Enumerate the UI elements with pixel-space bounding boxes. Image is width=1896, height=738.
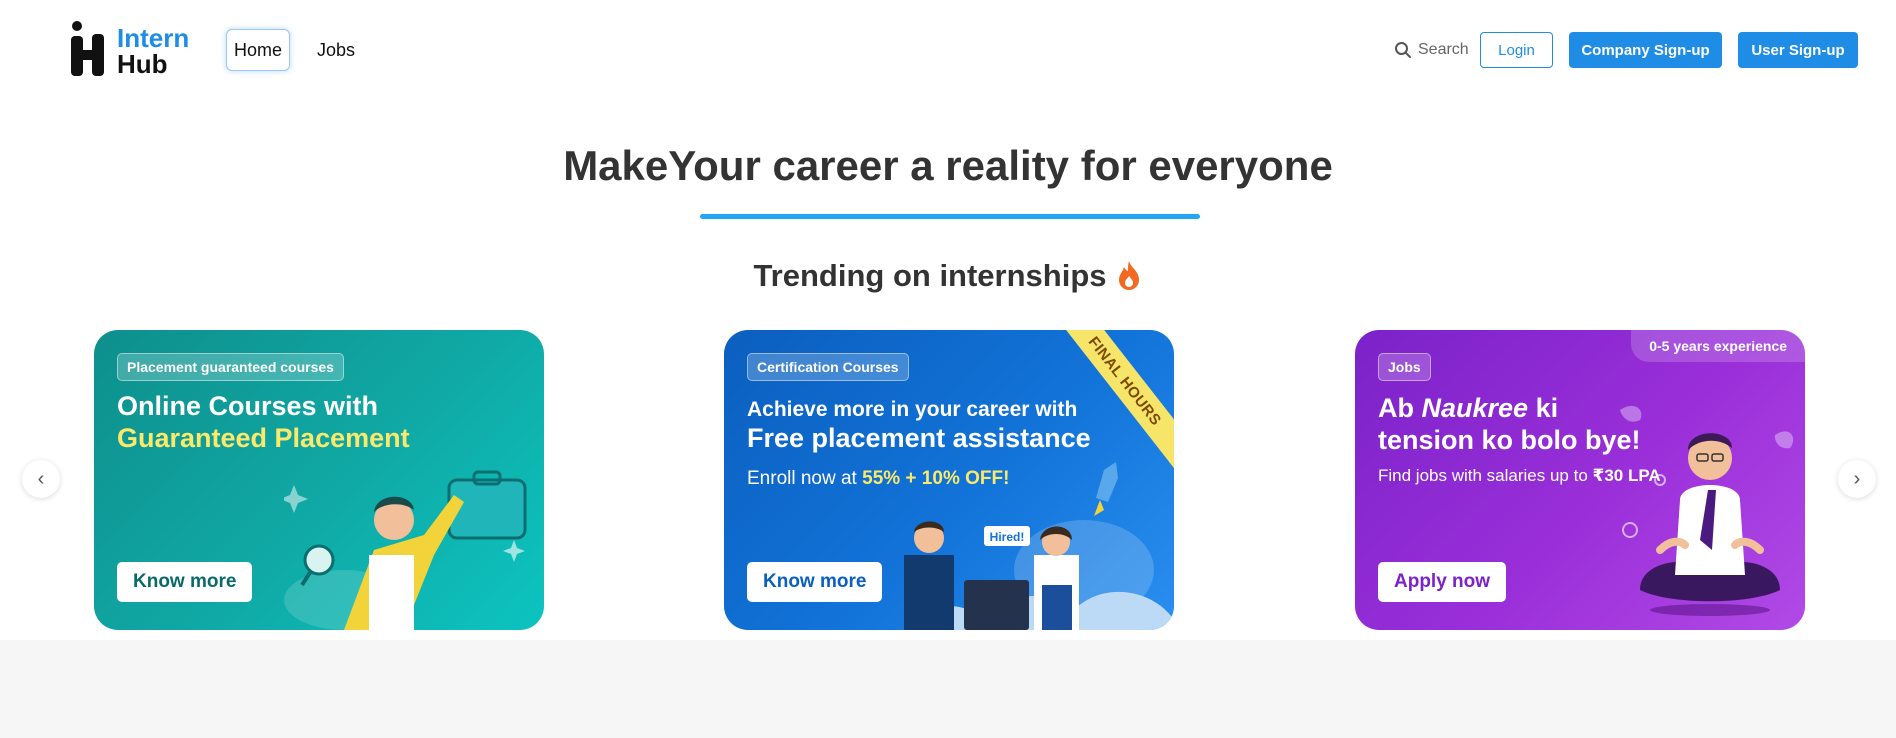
search-button[interactable]: Search (1394, 36, 1469, 64)
trending-label: Trending on internships (753, 258, 1107, 293)
student-illustration-icon (284, 470, 527, 630)
logo-text-intern: Intern (117, 23, 190, 53)
know-more-button[interactable]: Know more (117, 562, 253, 602)
card-headline-italic: Naukree (1421, 393, 1529, 423)
apply-now-button[interactable]: Apply now (1378, 562, 1507, 602)
company-signup-button[interactable]: Company Sign-up (1569, 32, 1722, 68)
card-tag: Jobs (1378, 353, 1431, 381)
hired-illustration-icon: Hired! (904, 462, 1174, 630)
card-headline-part: ki (1528, 393, 1559, 423)
promo-card-jobs[interactable]: 0-5 years experience Jobs Ab Naukree ki … (1355, 330, 1805, 630)
card-subtext-prefix: Enroll now at (747, 468, 863, 489)
card-tag: Placement guaranteed courses (117, 353, 344, 381)
card-headline: Ab Naukree ki (1378, 392, 1558, 424)
user-signup-button[interactable]: User Sign-up (1738, 32, 1858, 68)
search-label: Search (1418, 41, 1469, 58)
site-header: Intern Hub Home Jobs Search Login Compan… (0, 0, 1896, 100)
card-headline: Online Courses with (117, 391, 379, 421)
meditating-man-illustration-icon (1620, 405, 1794, 616)
fire-icon (1118, 261, 1139, 290)
know-more-button[interactable]: Know more (747, 562, 883, 602)
promo-card-certification[interactable]: Certification Courses FINAL HOURS Achiev… (724, 330, 1174, 630)
card-tag: Certification Courses (747, 353, 909, 381)
hero-title: MakeYour career a reality for everyone (563, 142, 1333, 189)
search-icon (1395, 42, 1411, 58)
logo-mark-icon (71, 21, 104, 76)
logo-text-hub: Hub (117, 49, 168, 79)
experience-badge: 0-5 years experience (1631, 330, 1805, 362)
card-headline-strong: Free placement assistance (747, 423, 1091, 453)
card-headline-part: Ab (1378, 393, 1422, 423)
logo[interactable]: Intern Hub (70, 20, 200, 80)
nav-jobs-link[interactable]: Jobs (306, 29, 366, 71)
chevron-left-icon: ‹ (37, 467, 45, 490)
hero-underline (700, 214, 1200, 219)
carousel-prev-button[interactable]: ‹ (22, 460, 60, 498)
hired-badge: Hired! (990, 530, 1025, 544)
carousel-next-button[interactable]: › (1838, 460, 1876, 498)
page-footer-band (0, 640, 1896, 738)
card-subtext-prefix: Find jobs with salaries up to (1378, 466, 1593, 485)
chevron-right-icon: › (1853, 467, 1861, 490)
nav-home-link[interactable]: Home (226, 29, 290, 71)
promo-card-placement[interactable]: Placement guaranteed courses Online Cour… (94, 330, 544, 630)
login-button[interactable]: Login (1480, 32, 1553, 68)
trending-heading: Trending on internships (0, 258, 1896, 294)
